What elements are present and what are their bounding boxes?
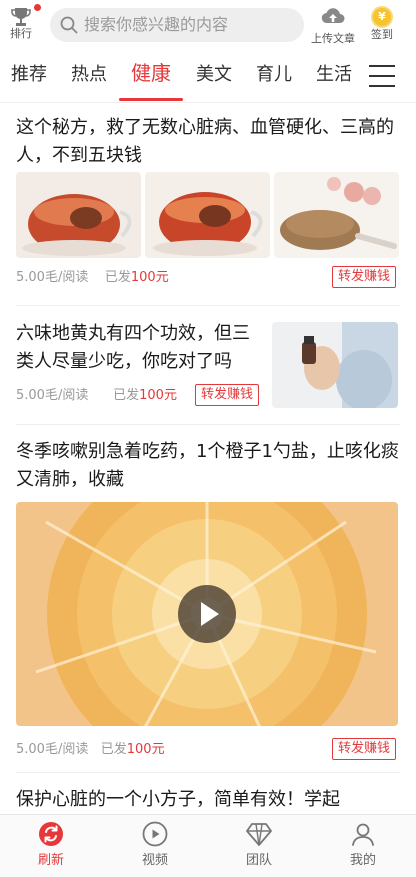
search-placeholder: 搜索你感兴趣的内容 [84,15,229,34]
bottom-nav: 刷新 视频 团队 我的 [0,814,416,877]
article-thumbnail[interactable] [16,172,141,258]
trophy-icon [11,8,31,26]
price-per-read: 5.00毛/阅读 [16,388,89,403]
top-bar: 排行 搜索你感兴趣的内容 上传文章 ¥ 签到 [0,0,416,52]
upload-label: 上传文章 [311,32,355,45]
active-tab-indicator [119,98,183,101]
play-button[interactable] [178,585,236,643]
paid-amount: 100元 [130,270,169,285]
article-meta: 5.00毛/阅读 已发100元 [16,270,169,286]
search-input[interactable]: 搜索你感兴趣的内容 [50,8,304,42]
article-card[interactable]: 六味地黄丸有四个功效，但三类人尽量少吃，你吃对了吗 5.00毛/阅读 已发100… [0,320,416,412]
article-thumbnail[interactable] [274,172,399,258]
share-earn-button[interactable]: 转发赚钱 [332,266,397,288]
play-circle-icon [142,821,168,847]
user-icon [352,823,374,846]
tab-recommend[interactable]: 推荐 [11,64,47,86]
coin-icon: ¥ [371,6,393,28]
nav-label: 刷新 [37,853,64,868]
play-icon [201,602,219,626]
tab-life[interactable]: 生活 [316,64,352,86]
price-per-read: 5.00毛/阅读 [16,270,89,285]
upload-article-button[interactable]: 上传文章 [308,6,358,45]
paid-prefix: 已发 [104,270,131,285]
divider [16,305,400,306]
rank-label: 排行 [10,27,32,40]
article-title[interactable]: 这个秘方，救了无数心脏病、血管硬化、三高的人，不到五块钱 [16,114,400,170]
article-title[interactable]: 冬季咳嗽别急着吃药，1个橙子1勺盐，止咳化痰又清肺，收藏 [16,438,400,494]
article-card[interactable]: 冬季咳嗽别急着吃药，1个橙子1勺盐，止咳化痰又清肺，收藏 5.00毛/阅读 已发… [0,438,416,766]
divider [16,424,400,425]
paid-amount: 100元 [139,388,177,403]
notification-dot [34,4,41,11]
article-thumbnail[interactable] [272,322,398,408]
article-meta: 5.00毛/阅读 已发100元 [16,388,177,404]
nav-refresh[interactable]: 刷新 [21,821,81,869]
paid-prefix: 已发 [100,742,127,757]
nav-label: 团队 [245,853,272,868]
divider [16,772,400,773]
tab-health[interactable]: 健康 [131,62,171,84]
tab-parenting[interactable]: 育儿 [256,64,292,86]
tab-essay[interactable]: 美文 [196,64,232,86]
rank-button[interactable]: 排行 [6,4,41,48]
category-tabs: 推荐 热点 健康 美文 育儿 生活 [0,52,416,103]
nav-label: 我的 [349,853,376,868]
nav-label: 视频 [141,853,168,868]
article-card[interactable]: 这个秘方，救了无数心脏病、血管硬化、三高的人，不到五块钱 5.00毛/阅读 已发… [0,114,416,304]
sign-in-button[interactable]: ¥ 签到 [364,6,400,41]
sign-label: 签到 [371,28,393,41]
cloud-upload-icon [321,8,345,24]
article-meta: 5.00毛/阅读 已发100元 [16,742,165,758]
article-thumbnail[interactable] [145,172,270,258]
search-icon [60,16,78,34]
paid-amount: 100元 [126,742,165,757]
nav-team[interactable]: 团队 [229,821,289,869]
diamond-icon [246,823,272,846]
article-card[interactable]: 保护心脏的一个小方子，简单有效！学起 [0,786,416,814]
paid-prefix: 已发 [113,388,140,403]
share-earn-button[interactable]: 转发赚钱 [332,738,397,760]
article-title[interactable]: 六味地黄丸有四个功效，但三类人尽量少吃，你吃对了吗 [16,320,264,376]
nav-video[interactable]: 视频 [125,821,185,869]
refresh-icon [39,822,63,846]
nav-mine[interactable]: 我的 [333,821,393,869]
article-title[interactable]: 保护心脏的一个小方子，简单有效！学起 [16,786,400,814]
menu-icon[interactable] [369,65,395,87]
tab-hot[interactable]: 热点 [71,64,107,86]
price-per-read: 5.00毛/阅读 [16,742,89,757]
share-earn-button[interactable]: 转发赚钱 [195,384,260,406]
